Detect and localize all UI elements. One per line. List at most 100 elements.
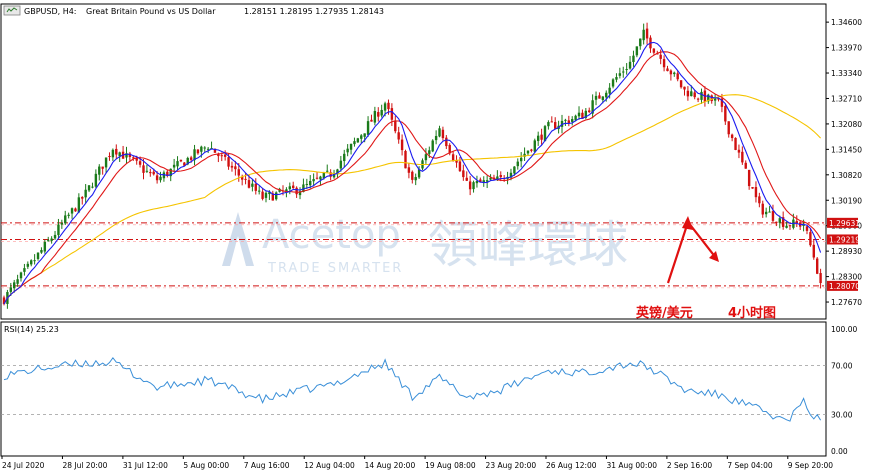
- candle-body: [434, 135, 438, 141]
- candle-body: [564, 119, 567, 121]
- candle-body: [30, 260, 33, 265]
- candle-body: [639, 38, 642, 47]
- candle-body: [91, 186, 94, 188]
- candle-body: [598, 95, 601, 99]
- candle-body: [244, 178, 247, 180]
- candle-body: [353, 141, 356, 145]
- x-tick-label: 9 Sep 20:00: [788, 461, 834, 470]
- candles: [2, 22, 822, 309]
- candle-body: [349, 143, 353, 150]
- candle-body: [380, 109, 383, 116]
- candle-body: [142, 165, 145, 173]
- candle-body: [809, 232, 812, 246]
- candle-body: [445, 137, 448, 147]
- candle-body: [230, 165, 234, 168]
- y-tick-label: 1.30820: [831, 171, 862, 180]
- candle-body: [424, 154, 428, 161]
- candle-body: [84, 189, 87, 198]
- x-tick-label: 14 Aug 20:00: [365, 461, 416, 470]
- rsi-tick-label: 0.00: [831, 447, 848, 456]
- candle-body: [387, 102, 390, 110]
- candle-body: [172, 164, 176, 168]
- candle-body: [516, 161, 519, 167]
- candle-body: [632, 55, 635, 63]
- candle-body: [659, 54, 662, 59]
- candle-body: [13, 282, 16, 289]
- candle-body: [577, 112, 581, 117]
- candle-body: [47, 240, 50, 242]
- rsi-tick-label: 100.00: [831, 325, 857, 334]
- candle-body: [366, 121, 370, 135]
- candle-body: [530, 149, 533, 151]
- candle-body: [465, 177, 468, 181]
- y-tick-label: 1.32080: [831, 120, 862, 129]
- candle-body: [693, 92, 696, 98]
- candle-body: [618, 73, 622, 76]
- x-tick-label: 23 Aug 20:00: [486, 461, 537, 470]
- candle-body: [101, 166, 104, 169]
- candle-body: [176, 161, 179, 167]
- candle-body: [94, 173, 98, 187]
- candle-body: [526, 150, 530, 154]
- price-label-text: 1.29219: [829, 235, 860, 244]
- candle-body: [295, 187, 298, 195]
- candle-body: [377, 112, 380, 117]
- candle-body: [309, 181, 312, 186]
- candle-body: [819, 273, 822, 284]
- candle-body: [57, 224, 60, 236]
- candle-body: [812, 244, 815, 258]
- y-tick-label: 1.33970: [831, 44, 862, 53]
- candle-body: [257, 190, 261, 192]
- candle-body: [778, 218, 781, 223]
- x-tick-label: 28 Jul 20:00: [62, 461, 107, 470]
- candle-body: [60, 223, 64, 225]
- candle-body: [713, 98, 717, 101]
- candle-body: [67, 214, 70, 216]
- candle-body: [795, 221, 798, 224]
- candle-body: [322, 172, 326, 179]
- candle-body: [472, 182, 475, 190]
- candle-body: [536, 135, 540, 142]
- rsi-panel: RSI(14) 25.23: [1, 325, 826, 422]
- candle-body: [441, 129, 445, 139]
- candle-body: [673, 72, 676, 75]
- candle-body: [734, 137, 737, 150]
- y-tick-label: 1.34600: [831, 18, 862, 27]
- candle-body: [428, 150, 431, 154]
- forecast-arrow-line: [666, 219, 717, 284]
- candle-body: [605, 92, 608, 98]
- candle-body: [138, 161, 142, 165]
- candle-body: [499, 175, 502, 178]
- candle-body: [652, 48, 656, 53]
- candle-body: [145, 170, 149, 172]
- candle-body: [468, 181, 472, 190]
- candle-body: [33, 260, 36, 262]
- candle-body: [666, 68, 669, 72]
- candle-body: [628, 61, 632, 69]
- candle-body: [805, 226, 809, 231]
- rsi-title: RSI(14) 25.23: [4, 325, 59, 334]
- candle-body: [203, 147, 206, 149]
- x-tick-label: 7 Sep 04:00: [727, 461, 773, 470]
- candle-body: [206, 148, 210, 150]
- candle-body: [159, 176, 162, 181]
- candle-body: [785, 225, 788, 228]
- candle-body: [26, 263, 30, 267]
- candle-body: [737, 149, 741, 153]
- candle-body: [710, 95, 713, 102]
- candle-body: [407, 167, 411, 173]
- candle-body: [489, 177, 492, 180]
- candle-body: [237, 169, 240, 176]
- candle-body: [152, 171, 155, 175]
- x-tick-label: 26 Aug 12:00: [546, 461, 597, 470]
- candle-body: [608, 87, 611, 94]
- candle-body: [679, 80, 683, 88]
- candle-body: [383, 103, 387, 111]
- candle-body: [611, 79, 615, 87]
- candle-body: [390, 108, 394, 120]
- watermark-tagline: TRADE SMARTER: [267, 261, 403, 276]
- candle-body: [669, 70, 673, 75]
- candle-body: [234, 166, 237, 170]
- candle-body: [315, 177, 319, 179]
- candle-body: [19, 272, 23, 279]
